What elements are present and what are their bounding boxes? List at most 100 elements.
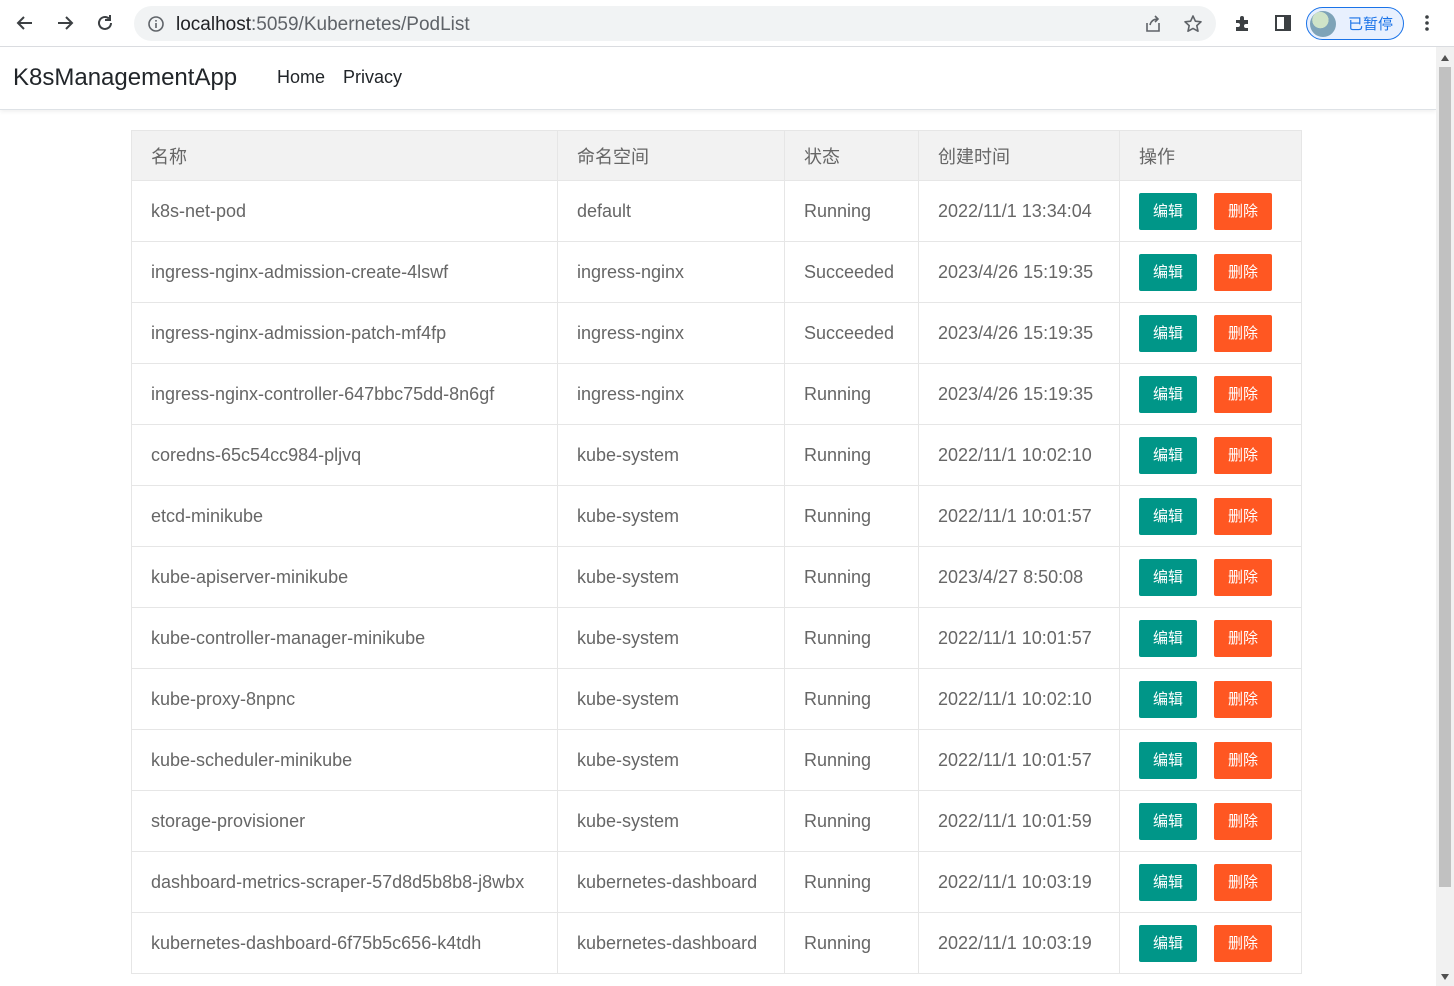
edit-button[interactable]: 编辑	[1139, 802, 1197, 840]
pod-created-cell: 2022/11/1 10:02:10	[918, 668, 1120, 730]
pod-namespace-cell: kube-system	[557, 485, 785, 547]
pod-created-cell: 2023/4/26 15:19:35	[918, 302, 1120, 364]
forward-arrow-icon	[58, 16, 74, 30]
pod-name-cell: ingress-nginx-controller-647bbc75dd-8n6g…	[131, 363, 558, 425]
pod-status-cell: Succeeded	[784, 302, 919, 364]
delete-button[interactable]: 删除	[1214, 863, 1272, 901]
pod-status-cell: Succeeded	[784, 241, 919, 303]
bookmark-button[interactable]	[1179, 10, 1207, 38]
pod-created-cell: 2022/11/1 10:01:57	[918, 607, 1120, 669]
table-row: k8s-net-pod default Running 2022/11/1 13:34…	[131, 180, 1302, 242]
nav-link-home[interactable]: Home	[277, 67, 325, 88]
delete-button[interactable]: 删除	[1214, 802, 1272, 840]
delete-button[interactable]: 删除	[1214, 558, 1272, 596]
edit-button[interactable]: 编辑	[1139, 375, 1197, 413]
pod-created-cell: 2023/4/27 8:50:08	[918, 546, 1120, 608]
pod-namespace-cell: kubernetes-dashboard	[557, 912, 785, 974]
page-scrollbar[interactable]	[1436, 47, 1454, 986]
pod-status-cell: Running	[784, 363, 919, 425]
pod-status-cell: Running	[784, 729, 919, 791]
pod-actions-cell: 编辑 删除	[1119, 241, 1302, 303]
pod-namespace-cell: kube-system	[557, 729, 785, 791]
column-header-namespace: 命名空间	[557, 130, 785, 181]
pod-namespace-cell: kube-system	[557, 424, 785, 486]
table-header-row: 名称 命名空间 状态 创建时间 操作	[131, 130, 1302, 181]
nav-link-privacy[interactable]: Privacy	[343, 67, 402, 88]
info-icon	[148, 16, 164, 32]
side-panel-button[interactable]	[1268, 8, 1298, 38]
edit-button[interactable]: 编辑	[1139, 436, 1197, 474]
edit-button[interactable]: 编辑	[1139, 741, 1197, 779]
edit-button[interactable]: 编辑	[1139, 192, 1197, 230]
address-bar[interactable]: localhost:5059/Kubernetes/PodList	[134, 6, 1216, 41]
pod-status-cell: Running	[784, 912, 919, 974]
edit-button[interactable]: 编辑	[1139, 619, 1197, 657]
pod-name-cell: kube-apiserver-minikube	[131, 546, 558, 608]
column-header-created: 创建时间	[918, 130, 1120, 181]
pod-namespace-cell: ingress-nginx	[557, 302, 785, 364]
pod-namespace-cell: default	[557, 180, 785, 242]
browser-menu-button[interactable]	[1412, 8, 1442, 38]
pod-actions-cell: 编辑 删除	[1119, 607, 1302, 669]
page-content: K8sManagementApp Home Privacy 名称 命名空间 状态…	[0, 47, 1436, 986]
pod-status-cell: Running	[784, 668, 919, 730]
pod-name-cell: kubernetes-dashboard-6f75b5c656-k4tdh	[131, 912, 558, 974]
url-path: :5059/Kubernetes/PodList	[251, 14, 470, 35]
table-row: kube-scheduler-minikube kube-system Runnin…	[131, 729, 1302, 791]
url-text: localhost:5059/Kubernetes/PodList	[176, 14, 470, 36]
table-row: ingress-nginx-controller-647bbc75dd-8n6g…	[131, 363, 1302, 425]
delete-button[interactable]: 删除	[1214, 253, 1272, 291]
delete-button[interactable]: 删除	[1214, 192, 1272, 230]
delete-button[interactable]: 删除	[1214, 436, 1272, 474]
delete-button[interactable]: 删除	[1214, 314, 1272, 352]
profile-status-label: 已暂停	[1348, 16, 1394, 33]
browser-toolbar: localhost:5059/Kubernetes/PodList 已暂停	[0, 0, 1454, 47]
edit-button[interactable]: 编辑	[1139, 314, 1197, 352]
pod-namespace-cell: ingress-nginx	[557, 363, 785, 425]
delete-button[interactable]: 删除	[1214, 619, 1272, 657]
forward-button[interactable]	[50, 8, 80, 38]
pod-created-cell: 2022/11/1 10:03:19	[918, 851, 1120, 913]
scrollbar-thumb[interactable]	[1439, 67, 1451, 887]
extensions-button[interactable]	[1228, 8, 1258, 38]
column-header-status: 状态	[784, 130, 919, 181]
delete-button[interactable]: 删除	[1214, 680, 1272, 718]
back-arrow-icon	[16, 16, 32, 30]
pod-name-cell: coredns-65c54cc984-pljvq	[131, 424, 558, 486]
pod-name-cell: ingress-nginx-admission-patch-mf4fp	[131, 302, 558, 364]
pod-list-table: 名称 命名空间 状态 创建时间 操作 k8s-net-pod default Run…	[131, 130, 1302, 974]
brand-link[interactable]: K8sManagementApp	[13, 64, 237, 92]
pod-created-cell: 2022/11/1 10:02:10	[918, 424, 1120, 486]
table-row: etcd-minikube kube-system Running 2022/11/1…	[131, 485, 1302, 547]
pod-actions-cell: 编辑 删除	[1119, 424, 1302, 486]
pod-actions-cell: 编辑 删除	[1119, 912, 1302, 974]
pod-actions-cell: 编辑 删除	[1119, 729, 1302, 791]
delete-button[interactable]: 删除	[1214, 375, 1272, 413]
table-row: kubernetes-dashboard-6f75b5c656-k4tdh kub…	[131, 912, 1302, 974]
edit-button[interactable]: 编辑	[1139, 924, 1197, 962]
profile-button[interactable]: 已暂停	[1306, 7, 1404, 40]
pod-actions-cell: 编辑 删除	[1119, 485, 1302, 547]
back-button[interactable]	[10, 8, 40, 38]
puzzle-icon	[1236, 16, 1248, 31]
edit-button[interactable]: 编辑	[1139, 680, 1197, 718]
edit-button[interactable]: 编辑	[1139, 863, 1197, 901]
table-row: dashboard-metrics-scraper-57d8d5b8b8-j8w…	[131, 851, 1302, 913]
pod-created-cell: 2022/11/1 10:01:57	[918, 729, 1120, 791]
edit-button[interactable]: 编辑	[1139, 558, 1197, 596]
scroll-down-icon[interactable]	[1441, 974, 1449, 980]
reload-button[interactable]	[90, 8, 120, 38]
pod-status-cell: Running	[784, 790, 919, 852]
delete-button[interactable]: 删除	[1214, 497, 1272, 535]
delete-button[interactable]: 删除	[1214, 924, 1272, 962]
delete-button[interactable]: 删除	[1214, 741, 1272, 779]
side-panel-icon	[1275, 15, 1291, 31]
share-button[interactable]	[1139, 10, 1167, 38]
edit-button[interactable]: 编辑	[1139, 253, 1197, 291]
pod-name-cell: dashboard-metrics-scraper-57d8d5b8b8-j8w…	[131, 851, 558, 913]
scroll-up-icon[interactable]	[1441, 55, 1449, 61]
edit-button[interactable]: 编辑	[1139, 497, 1197, 535]
site-info-button[interactable]	[142, 10, 170, 38]
pod-created-cell: 2023/4/26 15:19:35	[918, 241, 1120, 303]
pod-created-cell: 2022/11/1 13:34:04	[918, 180, 1120, 242]
